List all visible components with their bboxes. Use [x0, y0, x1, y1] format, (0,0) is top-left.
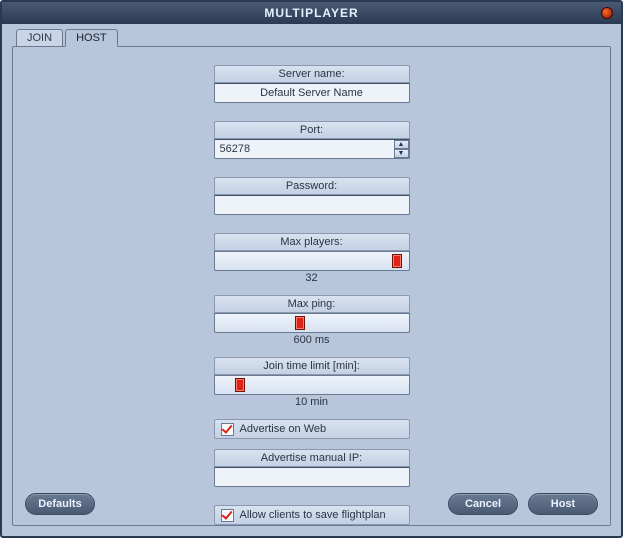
password-label: Password:	[214, 177, 410, 195]
max-players-label: Max players:	[214, 233, 410, 251]
max-ping-label: Max ping:	[214, 295, 410, 313]
cancel-button[interactable]: Cancel	[448, 493, 518, 515]
host-button[interactable]: Host	[528, 493, 598, 515]
password-input[interactable]	[214, 195, 410, 215]
footer: Defaults Cancel Host	[25, 493, 598, 515]
tab-host[interactable]: HOST	[65, 29, 118, 47]
advertise-web-checkbox[interactable]	[221, 423, 234, 436]
advertise-web-label: Advertise on Web	[240, 423, 327, 435]
max-ping-value: 600 ms	[214, 333, 410, 347]
client-area: JOIN HOST Server name: Port: ▲ ▼ Passwor…	[12, 28, 611, 526]
advertise-ip-input[interactable]	[214, 467, 410, 487]
server-name-label: Server name:	[214, 65, 410, 83]
advertise-web-row[interactable]: Advertise on Web	[214, 419, 410, 439]
join-time-handle[interactable]	[235, 378, 245, 392]
defaults-button[interactable]: Defaults	[25, 493, 95, 515]
max-players-value: 32	[214, 271, 410, 285]
join-time-label: Join time limit [min]:	[214, 357, 410, 375]
server-name-input[interactable]	[214, 83, 410, 103]
join-time-slider[interactable]	[214, 375, 410, 395]
max-ping-slider[interactable]	[214, 313, 410, 333]
port-spinner: ▲ ▼	[394, 140, 409, 158]
tab-bar: JOIN HOST	[16, 28, 611, 46]
tab-join[interactable]: JOIN	[16, 29, 63, 47]
form-stack: Server name: Port: ▲ ▼ Password: Max pla…	[214, 65, 410, 525]
max-players-handle[interactable]	[392, 254, 402, 268]
max-ping-handle[interactable]	[295, 316, 305, 330]
join-time-value: 10 min	[214, 395, 410, 409]
port-step-up-icon[interactable]: ▲	[394, 140, 409, 149]
port-input[interactable]	[214, 139, 410, 159]
max-players-slider[interactable]	[214, 251, 410, 271]
host-panel: Server name: Port: ▲ ▼ Password: Max pla…	[12, 46, 611, 526]
multiplayer-window: MULTIPLAYER JOIN HOST Server name: Port:…	[0, 0, 623, 538]
port-step-down-icon[interactable]: ▼	[394, 149, 409, 158]
advertise-ip-label: Advertise manual IP:	[214, 449, 410, 467]
port-label: Port:	[214, 121, 410, 139]
close-icon[interactable]	[601, 7, 613, 19]
window-title: MULTIPLAYER	[2, 2, 621, 24]
titlebar: MULTIPLAYER	[2, 2, 621, 24]
